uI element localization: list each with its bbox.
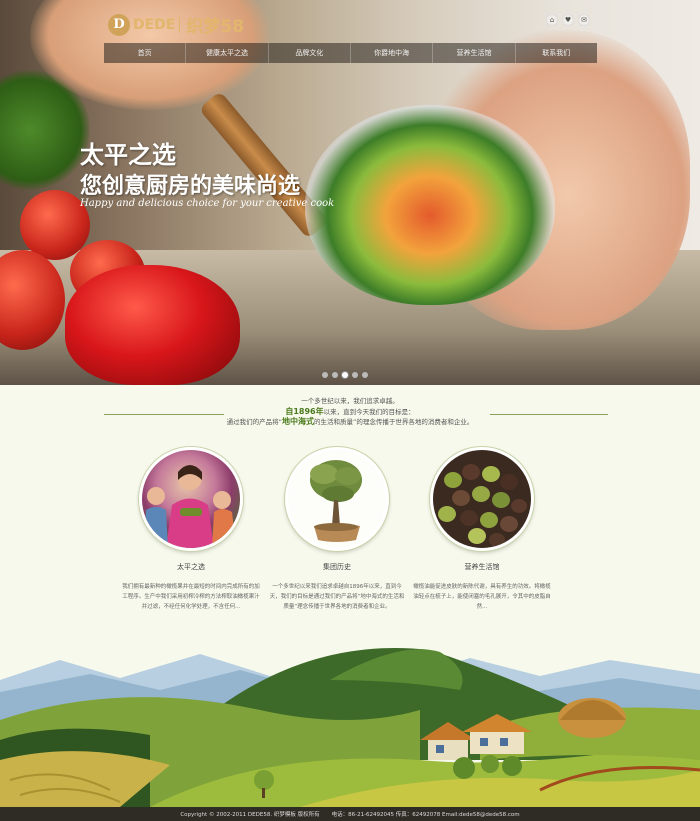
intro-line-2-rest: 以来，直到今天我们的目标是：: [323, 407, 415, 416]
intro-line-1: 一个多世纪以来，我们追求卓越。: [301, 397, 399, 405]
logo-brand: DEDE: [133, 16, 176, 33]
footer-contact: 电话：86-21-62492045 传真：62492078 Email:dede…: [331, 812, 520, 818]
intro-highlight: 地中海式: [282, 417, 314, 426]
hero-tagline: Happy and delicious choice for your crea…: [80, 198, 335, 209]
family-photo[interactable]: [139, 447, 243, 551]
intro-line-3-pre: 通过我们的产品将“: [226, 418, 282, 426]
slide-dot[interactable]: [362, 372, 368, 378]
slide-dot[interactable]: [322, 372, 328, 378]
favorite-icon[interactable]: ♥: [562, 14, 574, 26]
slide-dot[interactable]: [332, 372, 338, 378]
landscape-illustration: [0, 640, 700, 807]
hero-banner: D DEDE 织梦58 ⌂ ♥ ✉ 首页 健康太平之选 品牌文化 你爵地中海 营…: [0, 0, 700, 385]
nav-item-nutrition[interactable]: 营养生活馆: [433, 43, 516, 63]
feature-desc: 我们拥有最新种的橄榄果并在最短的时间内完成所有的加工程序。生产中我们采用初榨冷榨…: [122, 584, 260, 610]
home-icon[interactable]: ⌂: [546, 14, 558, 26]
feature-taiping[interactable]: 太平之选 我们拥有最新种的橄榄果并在最短的时间内完成所有的加工程序。生产中我们采…: [122, 447, 260, 612]
nav-item-mediterranean[interactable]: 你爵地中海: [351, 43, 434, 63]
nav-item-brand[interactable]: 品牌文化: [269, 43, 351, 63]
slide-dot[interactable]: [352, 372, 358, 378]
intro-line-3: 通过我们的产品将“地中海式的生活和质量”的理念传播于世界各地的消费者和企业。: [0, 417, 700, 428]
logo-mark: D: [108, 13, 130, 36]
logo-subtitle: 织梦58: [186, 17, 245, 37]
feature-desc: 一个多世纪以来我们追求卓越自1896年以来，直到今天，我们的目标是通过我们的产品…: [269, 584, 405, 610]
slide-dots: [322, 372, 368, 378]
hero-title: 太平之选: [80, 141, 176, 169]
feature-title[interactable]: 太平之选: [136, 562, 246, 572]
olive-tree-photo[interactable]: [285, 447, 389, 551]
pepper-image: [65, 265, 240, 385]
nav-item-contact[interactable]: 联系我们: [516, 43, 597, 63]
logo-divider: [179, 16, 181, 33]
footer-copyright: Copyright © 2002-2011 DEDE58. 织梦模板 版权所有: [180, 812, 320, 818]
main-nav: 首页 健康太平之选 品牌文化 你爵地中海 营养生活馆 联系我们: [104, 43, 597, 63]
nav-item-home[interactable]: 首页: [104, 43, 187, 63]
olives-photo[interactable]: [430, 447, 534, 551]
feature-desc: 橄榄油能促进皮肤的新陈代谢，具有养生的功效。将橄榄油轻点在梳子上，能使闭塞的毛孔…: [413, 584, 551, 610]
feature-title[interactable]: 集团历史: [282, 562, 392, 572]
nav-item-health[interactable]: 健康太平之选: [186, 43, 269, 63]
intro-highlight-year: 自1896年: [285, 406, 324, 416]
site-logo[interactable]: D DEDE 织梦58: [108, 12, 244, 37]
slide-dot-active[interactable]: [342, 372, 348, 378]
intro-line-2: 自1896年以来，直到今天我们的目标是：: [0, 407, 700, 418]
feature-nutrition[interactable]: 营养生活馆 橄榄油能促进皮肤的新陈代谢，具有养生的功效。将橄榄油轻点在梳子上，能…: [413, 447, 551, 612]
feature-title[interactable]: 营养生活馆: [427, 562, 537, 572]
intro-text: 一个多世纪以来，我们追求卓越。 自1896年以来，直到今天我们的目标是： 通过我…: [0, 397, 700, 428]
site-footer: Copyright © 2002-2011 DEDE58. 织梦模板 版权所有 …: [0, 807, 700, 821]
hero-subtitle: 您创意厨房的美味尚选: [80, 174, 301, 199]
top-icons: ⌂ ♥ ✉: [546, 14, 590, 26]
salad-bowl-image: [305, 105, 555, 305]
intro-line-3-post: 的生活和质量”的理念传播于世界各地的消费者和企业。: [314, 418, 474, 426]
mail-icon[interactable]: ✉: [578, 14, 590, 26]
feature-history[interactable]: 集团历史 一个多世纪以来我们追求卓越自1896年以来，直到今天，我们的目标是通过…: [270, 447, 404, 612]
